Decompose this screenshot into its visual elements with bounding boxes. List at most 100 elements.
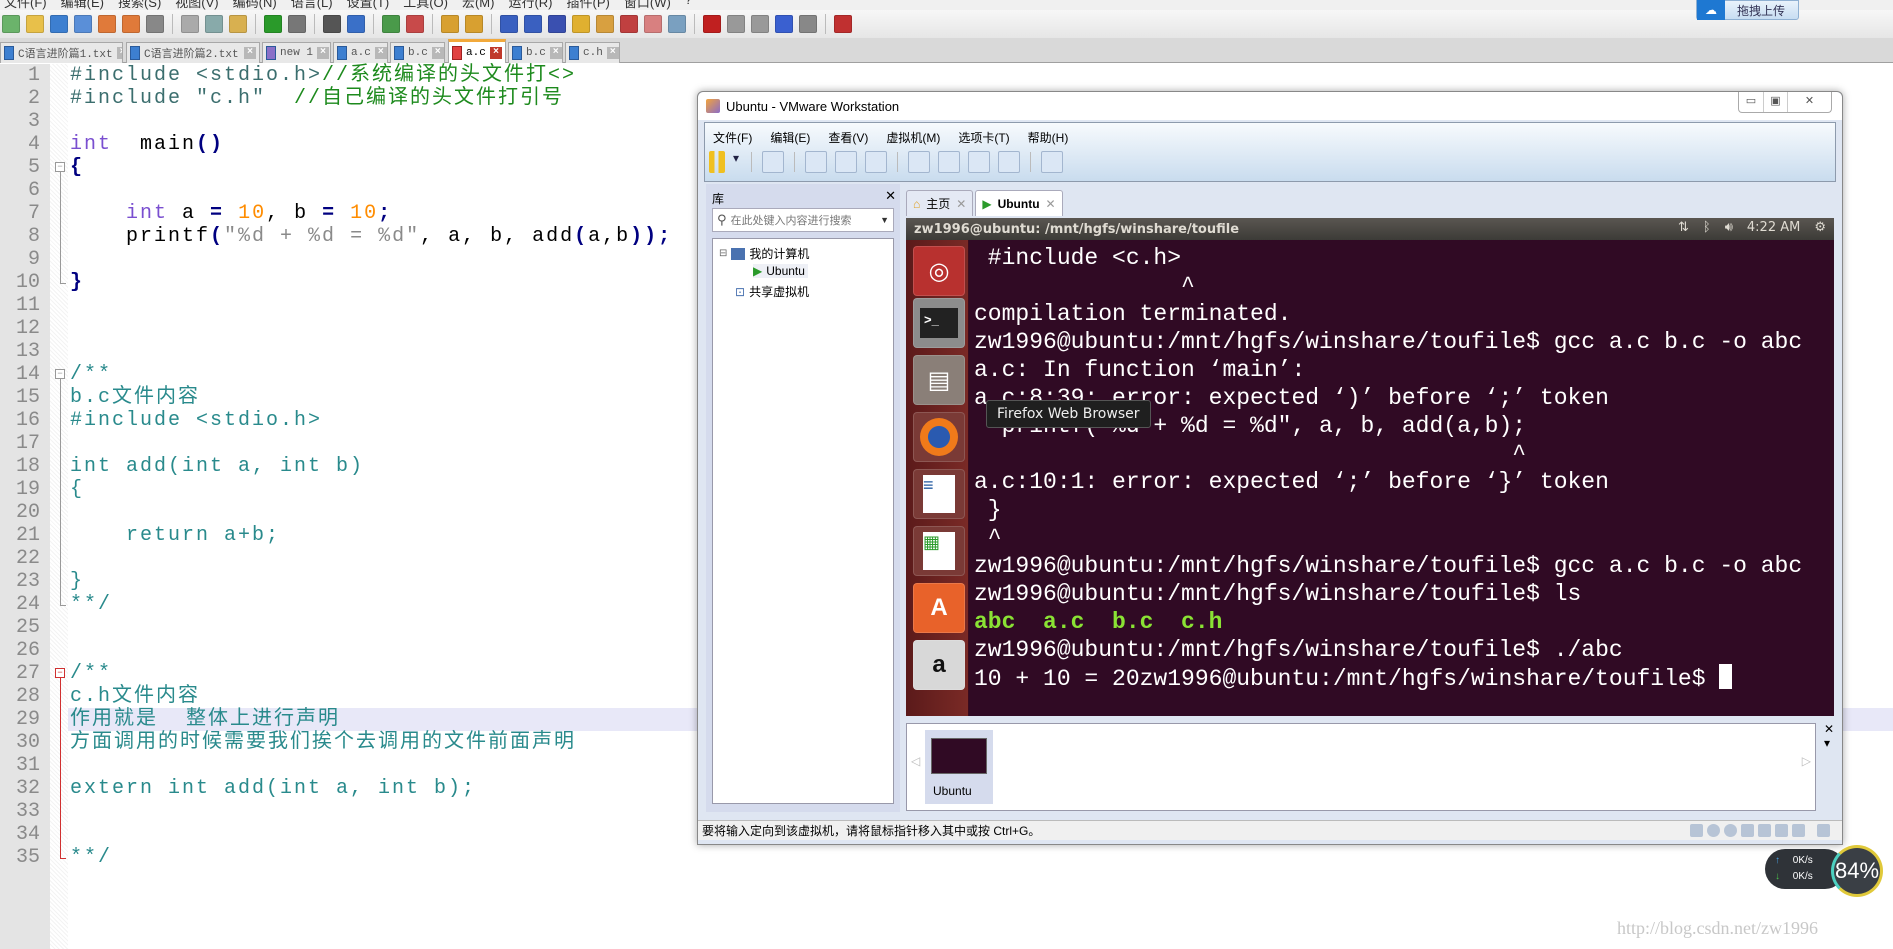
vm-menu-item[interactable]: 文件(F): [713, 129, 752, 146]
thumbnail-view-icon[interactable]: [938, 151, 960, 173]
toolbar-button-icon[interactable]: [347, 15, 365, 33]
toolbar-button-icon[interactable]: [524, 15, 542, 33]
tab-home[interactable]: ⌂ 主页 ✕: [906, 190, 974, 216]
display-icon[interactable]: [1792, 824, 1805, 837]
menu-item[interactable]: 运行(R): [508, 0, 552, 10]
toolbar-button-icon[interactable]: [751, 15, 769, 33]
vm-menu-item[interactable]: 查看(V): [828, 129, 868, 146]
vm-menu-item[interactable]: 选项卡(T): [958, 129, 1009, 146]
menu-item[interactable]: 编辑(E): [61, 0, 104, 10]
minimize-button[interactable]: ▭: [1739, 92, 1763, 112]
toolbar-button-icon[interactable]: [620, 15, 638, 33]
toolbar-button-icon[interactable]: [596, 15, 614, 33]
toolbar-button-icon[interactable]: [548, 15, 566, 33]
menu-item[interactable]: 视图(V): [175, 0, 218, 10]
cd-icon[interactable]: [1724, 824, 1737, 837]
toolbar-button-icon[interactable]: [572, 15, 590, 33]
toolbar-button-icon[interactable]: [288, 15, 306, 33]
power-gear-icon[interactable]: ⚙: [1814, 220, 1826, 235]
file-tab[interactable]: C语言进阶篇1.txt×: [0, 42, 123, 63]
baidu-upload-button[interactable]: ☁ 拖拽上传: [1696, 0, 1799, 20]
fold-toggle-icon[interactable]: −: [55, 369, 65, 379]
message-icon[interactable]: [1817, 824, 1830, 837]
terminal-icon[interactable]: >_: [913, 298, 965, 348]
menu-item[interactable]: 语言(L): [291, 0, 333, 10]
file-tab[interactable]: new 1 ×: [262, 42, 331, 63]
toolbar-button-icon[interactable]: [122, 15, 140, 33]
close-tab-icon[interactable]: ✕: [1046, 197, 1056, 211]
library-search-input[interactable]: ⚲ 在此处键入内容进行搜索 ▼: [712, 208, 894, 232]
file-tab[interactable]: a.c ×: [448, 39, 506, 63]
menu-item[interactable]: ?: [685, 0, 692, 10]
firefox-icon[interactable]: [913, 412, 965, 462]
file-tab[interactable]: b.c ×: [390, 42, 445, 63]
network-icon[interactable]: ⇅: [1678, 220, 1689, 235]
cd-icon[interactable]: [1707, 824, 1720, 837]
close-tab-icon[interactable]: ×: [490, 46, 502, 59]
toolbar-button-icon[interactable]: [727, 15, 745, 33]
toolbar-button-icon[interactable]: [644, 15, 662, 33]
close-button[interactable]: ✕: [1787, 92, 1831, 112]
vm-menu-item[interactable]: 帮助(H): [1028, 129, 1069, 146]
pause-icon[interactable]: [709, 151, 725, 173]
menu-item[interactable]: 编码(N): [233, 0, 277, 10]
snapshot-icon[interactable]: [805, 151, 827, 173]
close-tab-icon[interactable]: ×: [549, 47, 562, 59]
chevron-down-icon[interactable]: ▼: [880, 215, 889, 225]
toolbar-button-icon[interactable]: [98, 15, 116, 33]
menu-item[interactable]: 文件(F): [4, 0, 47, 10]
tree-item-ubuntu[interactable]: ▶ Ubuntu: [753, 264, 808, 278]
clock[interactable]: 4:22 AM: [1747, 220, 1800, 235]
amazon-icon[interactable]: a: [913, 640, 965, 690]
toolbar-button-icon[interactable]: [799, 15, 817, 33]
menu-item[interactable]: 宏(M): [462, 0, 495, 10]
printer-icon[interactable]: [1758, 824, 1771, 837]
volume-icon[interactable]: 🔊︎: [1725, 220, 1733, 235]
menu-item[interactable]: 设置(T): [347, 0, 390, 10]
network-adapter-icon[interactable]: [1741, 824, 1754, 837]
library-view-icon[interactable]: [908, 151, 930, 173]
toolbar-button-icon[interactable]: [181, 15, 199, 33]
thumbnail-close-icon[interactable]: ✕ ▾: [1824, 722, 1834, 750]
vm-menu-item[interactable]: 虚拟机(M): [886, 129, 940, 146]
toolbar-button-icon[interactable]: [382, 15, 400, 33]
revert-snapshot-icon[interactable]: [835, 151, 857, 173]
hard-disk-icon[interactable]: [1690, 824, 1703, 837]
close-tab-icon[interactable]: ×: [317, 47, 330, 59]
menu-item[interactable]: 工具(O): [403, 0, 448, 10]
tree-item-my-computer[interactable]: ⊟ 我的计算机: [719, 245, 809, 262]
software-center-icon[interactable]: A: [913, 583, 965, 633]
file-tab[interactable]: c.h ×: [565, 42, 620, 63]
close-tab-icon[interactable]: ×: [606, 47, 619, 59]
toolbar-button-icon[interactable]: [500, 15, 518, 33]
vm-menu-item[interactable]: 编辑(E): [770, 129, 810, 146]
toolbar-button-icon[interactable]: [406, 15, 424, 33]
libreoffice-calc-icon[interactable]: ▦: [913, 526, 965, 576]
tab-ubuntu[interactable]: ▶ Ubuntu ✕: [975, 190, 1063, 216]
fullscreen-icon[interactable]: [968, 151, 990, 173]
scroll-left-icon[interactable]: ◁: [911, 754, 920, 768]
vm-thumbnail[interactable]: Ubuntu: [925, 730, 993, 804]
bluetooth-icon[interactable]: ᛒ: [1703, 220, 1711, 235]
menu-item[interactable]: 插件(P): [567, 0, 610, 10]
toolbar-button-icon[interactable]: [668, 15, 686, 33]
toolbar-button-icon[interactable]: [264, 15, 282, 33]
file-tab[interactable]: C语言进阶篇2.txt ×: [126, 42, 260, 63]
file-tab[interactable]: b.c ×: [508, 42, 563, 63]
snapshot-manager-icon[interactable]: [865, 151, 887, 173]
sound-icon[interactable]: [1775, 824, 1788, 837]
libreoffice-writer-icon[interactable]: ≡: [913, 469, 965, 519]
toolbar-button-icon[interactable]: [146, 15, 164, 33]
close-tab-icon[interactable]: ✕: [956, 197, 966, 211]
toolbar-button-icon[interactable]: [323, 15, 341, 33]
toolbar-button-icon[interactable]: [205, 15, 223, 33]
fold-toggle-icon[interactable]: −: [55, 668, 65, 678]
menu-item[interactable]: 窗口(W): [624, 0, 671, 10]
collapse-icon[interactable]: ⊟: [719, 248, 727, 259]
files-icon[interactable]: ▤: [913, 355, 965, 405]
close-tab-icon[interactable]: ×: [116, 47, 122, 59]
library-close-icon[interactable]: ✕: [885, 188, 896, 204]
unity-icon[interactable]: [998, 151, 1020, 173]
file-tab[interactable]: a.c ×: [333, 42, 388, 63]
toolbar-button-icon[interactable]: [26, 15, 44, 33]
